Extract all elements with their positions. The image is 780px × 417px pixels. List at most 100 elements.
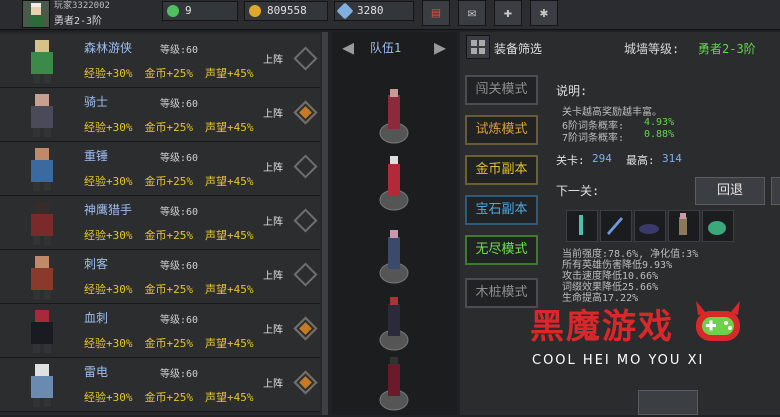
team-header: ◀ 队伍1 ▶ xyxy=(332,34,457,60)
warrior-icon xyxy=(679,213,687,235)
gold-bonus: 金币+25% xyxy=(144,175,194,188)
mode-list: 闯关模式 试炼模式 金币副本 宝石副本 无尽模式 木桩模式 xyxy=(460,72,550,315)
deploy-label: 上阵 xyxy=(263,109,283,120)
mode-stage-button[interactable]: 闯关模式 xyxy=(465,75,538,105)
mode-endless-button[interactable]: 无尽模式 xyxy=(465,235,538,265)
mode-gem-dungeon-button[interactable]: 宝石副本 xyxy=(465,195,538,225)
gold-counter: 809558 xyxy=(244,1,328,21)
hero-row[interactable]: 刺客 等级:60 经验+30% 金币+25% 声望+45% 上阵 xyxy=(0,250,320,304)
next-stage-label: 下一关: xyxy=(556,184,600,198)
deploy-toggle[interactable] xyxy=(293,262,318,287)
hero-row[interactable]: 重锤 等级:60 经验+30% 金币+25% 声望+45% 上阵 xyxy=(0,142,320,196)
fame-bonus: 声望+45% xyxy=(205,175,254,188)
hero-row[interactable]: 血刺 等级:60 经验+30% 金币+25% 声望+45% 上阵 xyxy=(0,304,320,358)
exp-bonus: 经验+30% xyxy=(84,121,133,134)
deploy-label: 上阵 xyxy=(263,379,283,390)
team-prev-button[interactable]: ◀ xyxy=(334,34,362,60)
equip-filter-label[interactable]: 装备筛选 xyxy=(494,40,542,57)
hero-list: 森林游侠 等级:60 经验+30% 金币+25% 声望+45% 上阵 骑士 等级:60 经验+3… xyxy=(0,32,328,415)
exp-bonus: 经验+30% xyxy=(84,175,133,188)
bottom-action-button[interactable] xyxy=(638,390,698,415)
exp-bonus: 经验+30% xyxy=(84,283,133,296)
hero-portrait-icon xyxy=(31,364,53,407)
hero-row[interactable]: 神鹰猎手 等级:60 经验+30% 金币+25% 声望+45% 上阵 xyxy=(0,196,320,250)
description-label: 说明: xyxy=(556,84,588,98)
equip-filter-button[interactable] xyxy=(466,35,490,59)
reward-slot-3[interactable] xyxy=(634,210,666,242)
hero-bonuses: 经验+30% 金币+25% 声望+45% xyxy=(84,335,266,351)
fame-bonus: 声望+45% xyxy=(205,121,254,134)
hero-name: 森林游侠 xyxy=(84,41,133,55)
blade-icon xyxy=(607,217,623,235)
prob6-value: 4.93% xyxy=(644,117,675,128)
hero-list-scrollbar[interactable] xyxy=(322,32,328,415)
hero-sprite-icon xyxy=(379,156,409,211)
deploy-toggle[interactable] xyxy=(293,370,318,395)
gold-bonus: 金币+25% xyxy=(144,229,194,242)
fame-bonus: 声望+45% xyxy=(205,67,254,80)
hero-row[interactable]: 森林游侠 等级:60 经验+30% 金币+25% 声望+45% 上阵 xyxy=(0,34,320,88)
hero-level: 等级:60 xyxy=(160,369,199,380)
hero-row[interactable]: 雷电 等级:60 经验+30% 金币+25% 声望+45% 上阵 xyxy=(0,358,320,412)
hero-level: 等级:60 xyxy=(160,207,199,218)
player-name: 玩家3322002 xyxy=(54,1,110,11)
team-slot-5[interactable] xyxy=(372,354,416,414)
hero-level: 等级:60 xyxy=(160,99,199,110)
gold-bonus: 金币+25% xyxy=(144,391,194,404)
potion-icon xyxy=(579,215,583,235)
hero-level: 等级:60 xyxy=(160,153,199,164)
fame-bonus: 声望+45% xyxy=(205,391,254,404)
mode-dummy-button[interactable]: 木桩模式 xyxy=(465,278,538,308)
hero-portrait-icon xyxy=(31,148,53,191)
deploy-toggle[interactable] xyxy=(293,100,318,125)
hero-sprite-icon xyxy=(379,89,409,144)
prob7-label: 7阶词条概率: xyxy=(562,133,625,144)
stage-label: 关卡: xyxy=(556,154,585,167)
hero-portrait-icon xyxy=(31,40,53,83)
avatar-portrait-icon xyxy=(29,3,43,27)
mode-gold-dungeon-button[interactable]: 金币副本 xyxy=(465,155,538,185)
reward-slot-2[interactable] xyxy=(600,210,632,242)
deploy-toggle[interactable] xyxy=(293,316,318,341)
team-slot-3[interactable] xyxy=(372,227,416,287)
shop-button[interactable]: ▤ xyxy=(422,0,450,26)
stat-line: 所有英雄伤害降低9.93% xyxy=(562,260,673,271)
deploy-toggle[interactable] xyxy=(293,154,318,179)
exp-bonus: 经验+30% xyxy=(84,67,133,80)
hero-bonuses: 经验+30% 金币+25% 声望+45% xyxy=(84,119,266,135)
team-slot-2[interactable] xyxy=(372,154,416,214)
description-text: 关卡越高奖励越丰富。 xyxy=(562,107,662,118)
hero-name: 重锤 xyxy=(84,149,109,163)
reward-slot-1[interactable] xyxy=(566,210,598,242)
extra-button-edge[interactable] xyxy=(771,177,780,205)
hero-name: 骑士 xyxy=(84,95,109,109)
hero-name: 刺客 xyxy=(84,257,109,271)
reward-slot-4[interactable] xyxy=(668,210,700,242)
wall-level-value: 勇者2-3阶 xyxy=(698,42,756,56)
gamepad-button[interactable]: ✚ xyxy=(494,0,522,26)
hero-sprite-icon xyxy=(379,357,409,411)
mode-trial-button[interactable]: 试炼模式 xyxy=(465,115,538,145)
deploy-label: 上阵 xyxy=(263,55,283,66)
mail-button[interactable]: ✉ xyxy=(458,0,486,26)
hero-name: 神鹰猎手 xyxy=(84,203,133,217)
exp-bonus: 经验+30% xyxy=(84,229,133,242)
grid-icon xyxy=(471,40,485,54)
back-button[interactable]: 回退 xyxy=(695,177,765,205)
deploy-toggle[interactable] xyxy=(293,46,318,71)
team-slot-4[interactable] xyxy=(372,294,416,354)
arrow-left-icon: ◀ xyxy=(341,35,355,59)
deploy-toggle[interactable] xyxy=(293,208,318,233)
team-column xyxy=(332,32,457,415)
settings-button[interactable]: ✱ xyxy=(530,0,558,26)
gamepad-logo-icon xyxy=(696,301,740,341)
player-avatar[interactable] xyxy=(22,0,50,28)
hero-row[interactable]: 骑士 等级:60 经验+30% 金币+25% 声望+45% 上阵 xyxy=(0,88,320,142)
hero-portrait-icon xyxy=(31,256,53,299)
hero-level: 等级:60 xyxy=(160,261,199,272)
team-next-button[interactable]: ▶ xyxy=(426,34,454,60)
gamepad-icon: ✚ xyxy=(503,5,513,21)
hero-bonuses: 经验+30% 金币+25% 声望+45% xyxy=(84,227,266,243)
team-slot-1[interactable] xyxy=(372,87,416,147)
reward-slot-5[interactable] xyxy=(702,210,734,242)
